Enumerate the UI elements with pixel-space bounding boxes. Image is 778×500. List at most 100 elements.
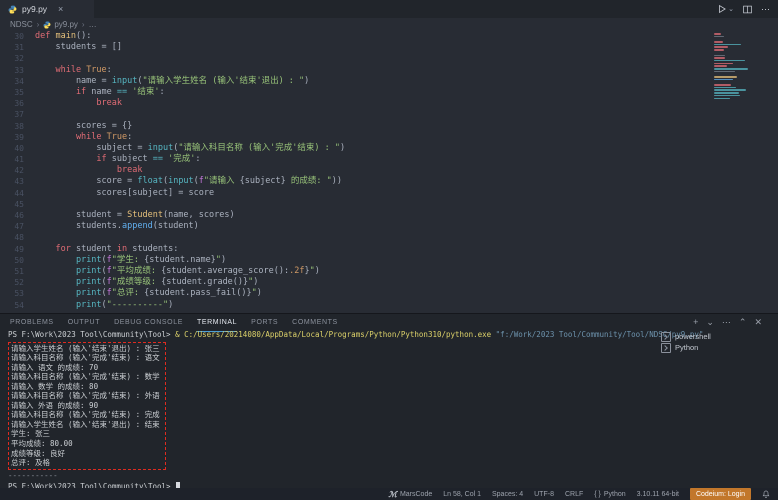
- code-token: input: [168, 176, 194, 186]
- minimap-line: [714, 81, 764, 83]
- code-token: {student.average_score():: [161, 266, 289, 276]
- maximize-panel-icon[interactable]: ⌃: [739, 318, 747, 327]
- minimap[interactable]: [714, 33, 764, 153]
- code-text: scores[subject] = score: [35, 188, 214, 199]
- breadcrumb-folder[interactable]: NDSC: [10, 20, 33, 29]
- panel-tab-problems[interactable]: PROBLEMS: [10, 314, 54, 331]
- split-editor-icon[interactable]: [743, 5, 752, 14]
- code-token: input: [112, 76, 138, 86]
- language-mode[interactable]: { }Python: [594, 491, 625, 498]
- line-number[interactable]: 52: [0, 277, 24, 288]
- code-line[interactable]: 47 students.append(student): [0, 221, 778, 232]
- line-number[interactable]: 48: [0, 232, 24, 243]
- terminal-instance-python[interactable]: Python: [653, 342, 778, 353]
- code-line[interactable]: 43 score = float(input(f"请输入 {subject} 的…: [0, 176, 778, 187]
- minimap-line: [714, 68, 748, 70]
- line-number[interactable]: 38: [0, 121, 24, 132]
- code-line[interactable]: 54 print("----------"): [0, 300, 778, 311]
- line-number[interactable]: 34: [0, 76, 24, 87]
- code-token: if: [35, 154, 112, 164]
- panel-tab-debug-console[interactable]: DEBUG CONSOLE: [114, 314, 183, 331]
- code-line[interactable]: 33 while True:: [0, 65, 778, 76]
- tab-close-icon[interactable]: ×: [58, 5, 63, 14]
- codeium-login[interactable]: Codeium: Login: [690, 488, 751, 500]
- panel-tab-comments[interactable]: COMMENTS: [292, 314, 338, 331]
- close-panel-icon[interactable]: ✕: [754, 318, 762, 327]
- line-number[interactable]: 44: [0, 188, 24, 199]
- breadcrumb-file[interactable]: py9.py: [43, 20, 78, 29]
- line-number[interactable]: 46: [0, 210, 24, 221]
- line-number[interactable]: 54: [0, 300, 24, 311]
- panel-tab-ports[interactable]: PORTS: [251, 314, 278, 331]
- code-line[interactable]: 44 scores[subject] = score: [0, 188, 778, 199]
- code-token: :: [107, 65, 112, 75]
- code-line[interactable]: 50 print(f"学生: {student.name}"): [0, 255, 778, 266]
- line-number[interactable]: 41: [0, 154, 24, 165]
- new-terminal-icon[interactable]: +: [693, 318, 698, 327]
- code-line[interactable]: 53 print(f"总评: {student.pass_fail()}"): [0, 288, 778, 299]
- code-line[interactable]: 49 for student in students:: [0, 244, 778, 255]
- code-line[interactable]: 30def main():: [0, 31, 778, 42]
- line-number[interactable]: 39: [0, 132, 24, 143]
- eol[interactable]: CRLF: [565, 491, 583, 498]
- code-text: print(f"成绩等级: {student.grade()}"): [35, 277, 258, 288]
- line-number[interactable]: 32: [0, 53, 24, 64]
- line-number[interactable]: 51: [0, 266, 24, 277]
- tab-py9[interactable]: py9.py ×: [0, 0, 94, 18]
- line-number[interactable]: 30: [0, 31, 24, 42]
- cursor-position[interactable]: Ln 58, Col 1: [443, 491, 481, 498]
- code-line[interactable]: 52 print(f"成绩等级: {student.grade()}"): [0, 277, 778, 288]
- code-line[interactable]: 34 name = input("请输入学生姓名 (输入'结束'退出) : "): [0, 76, 778, 87]
- line-number[interactable]: 45: [0, 199, 24, 210]
- code-text: score = float(input(f"请输入 {subject} 的成绩:…: [35, 176, 342, 187]
- line-number[interactable]: 49: [0, 244, 24, 255]
- line-number[interactable]: 43: [0, 176, 24, 187]
- panel-more-icon[interactable]: ⋯: [722, 318, 731, 327]
- terminal-instance-powershell[interactable]: powershell: [653, 331, 778, 342]
- play-icon: [717, 4, 727, 14]
- line-number[interactable]: 50: [0, 255, 24, 266]
- breadcrumb: NDSC › py9.py › …: [0, 18, 778, 31]
- line-number[interactable]: 33: [0, 65, 24, 76]
- run-button[interactable]: ⌄: [717, 4, 734, 14]
- run-dropdown-icon[interactable]: ⌄: [728, 5, 734, 13]
- code-line[interactable]: 39 while True:: [0, 132, 778, 143]
- code-token: students:: [132, 244, 178, 254]
- minimap-line: [714, 87, 736, 89]
- marscode-status[interactable]: ℳMarsCode: [388, 490, 432, 499]
- encoding[interactable]: UTF-8: [534, 491, 554, 498]
- line-number[interactable]: 35: [0, 87, 24, 98]
- line-number[interactable]: 31: [0, 42, 24, 53]
- line-number[interactable]: 47: [0, 221, 24, 232]
- indentation[interactable]: Spaces: 4: [492, 491, 523, 498]
- line-number[interactable]: 42: [0, 165, 24, 176]
- code-line[interactable]: 40 subject = input("请输入科目名称 (输入'完成'结束) :…: [0, 143, 778, 154]
- code-line[interactable]: 37: [0, 109, 778, 120]
- code-editor[interactable]: 30def main():31 students = []3233 while …: [0, 31, 778, 313]
- code-line[interactable]: 41 if subject == '完成':: [0, 154, 778, 165]
- code-line[interactable]: 45: [0, 199, 778, 210]
- code-line[interactable]: 48: [0, 232, 778, 243]
- panel-tab-output[interactable]: OUTPUT: [68, 314, 100, 331]
- line-number[interactable]: 37: [0, 109, 24, 120]
- notifications[interactable]: [762, 490, 770, 498]
- line-number[interactable]: 53: [0, 288, 24, 299]
- panel-tab-terminal[interactable]: TERMINAL: [197, 314, 237, 332]
- code-line[interactable]: 35 if name == '结束':: [0, 87, 778, 98]
- breadcrumb-symbol[interactable]: …: [89, 20, 97, 29]
- code-line[interactable]: 51 print(f"平均成绩: {student.average_score(…: [0, 266, 778, 277]
- terminal-dropdown-icon[interactable]: ⌄: [706, 318, 714, 327]
- python-interpreter[interactable]: 3.10.11 64-bit: [637, 491, 679, 498]
- line-number[interactable]: 36: [0, 98, 24, 109]
- minimap-line: [714, 57, 725, 59]
- terminal-instance-label: Python: [675, 343, 698, 352]
- line-number[interactable]: 40: [0, 143, 24, 154]
- code-line[interactable]: 38 scores = {}: [0, 121, 778, 132]
- code-line[interactable]: 31 students = []: [0, 42, 778, 53]
- code-line[interactable]: 36 break: [0, 98, 778, 109]
- code-line[interactable]: 32: [0, 53, 778, 64]
- code-line[interactable]: 46 student = Student(name, scores): [0, 210, 778, 221]
- terminal[interactable]: PS F:\Work\2023 Tool\Community\Tool> & C…: [8, 330, 648, 488]
- more-actions-icon[interactable]: ⋯: [761, 5, 770, 14]
- code-line[interactable]: 42 break: [0, 165, 778, 176]
